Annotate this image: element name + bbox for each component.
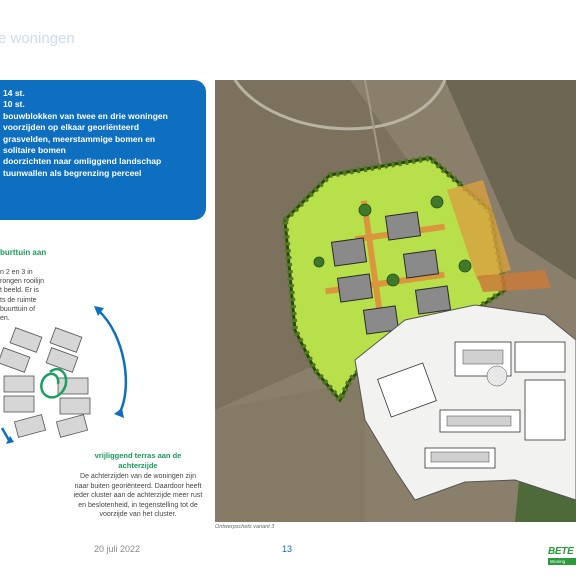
terrace-line: De achterzijden van de woningen zijn (80, 473, 196, 480)
logo-text: BETE (548, 546, 574, 557)
terrace-line: en beslotenheid, in tegenstelling tot de (78, 501, 198, 509)
buurttuin-line: n 2 en 3 in (0, 269, 33, 276)
info-box: 14 st. 10 st. bouwblokken van twee en dr… (0, 80, 206, 220)
terrace-line: ieder cluster aan de achterzijde meer ru… (73, 492, 203, 499)
logo-subtext: Woning (548, 558, 576, 565)
info-line: 10 st. (3, 99, 25, 110)
page-number: 13 (282, 544, 293, 554)
info-line: 14 st. (3, 88, 25, 98)
info-line: tuunwallen als begrenzing perceel (3, 167, 142, 178)
sketch-blocks (0, 327, 91, 438)
terrace-line: naar buiten georiënteerd. Daardoor heeft (74, 482, 202, 490)
info-line: grasvelden, meerstammige bomen en (3, 133, 156, 144)
footer-date: 20 juli 2022 (94, 544, 141, 554)
figure-caption: Ontwerpschets variant 3 (215, 524, 275, 530)
info-line: doorzichten naar omliggend landschap (3, 156, 162, 167)
terrace-heading: vrijliggend terras aan de achterzijde (58, 451, 218, 470)
page-title: e woningen (0, 30, 75, 47)
info-line: bouwblokken van twee en drie woningen (3, 110, 168, 121)
terrace-heading-line: vrijliggend terras aan de (94, 451, 182, 460)
info-line: solitaire bomen (3, 145, 66, 156)
buurttuin-line: t beeld. Er is (0, 287, 39, 295)
terrace-text: De achterzijden van de woningen zijn naa… (58, 472, 218, 520)
terrace-heading-line: achterzijde (118, 460, 158, 470)
curved-arrow-icon (97, 309, 128, 413)
buurttuin-heading: burttuin aan (0, 248, 47, 257)
buurttuin-line: rongen rooilijn (0, 278, 44, 286)
aerial-site-plan (215, 80, 576, 522)
info-line: voorzijden op elkaar georiënteerd (3, 122, 140, 133)
cluster-sketch (0, 306, 128, 444)
company-logo: BETE Woning (548, 546, 576, 570)
terrace-line: voorzijde van het cluster. (99, 511, 177, 518)
